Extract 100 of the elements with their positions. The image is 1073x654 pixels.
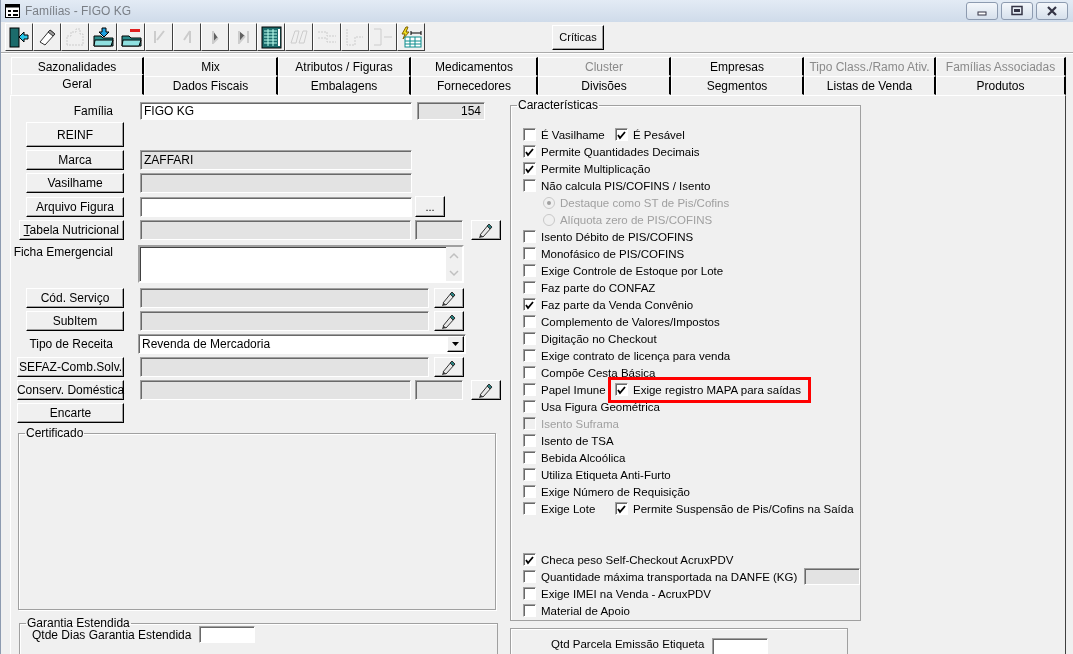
toolbar-button[interactable] [89,23,117,51]
form-button[interactable]: Conserv. Doméstica [17,380,124,400]
checkbox[interactable] [523,587,536,600]
checkbox[interactable] [523,315,536,328]
pencil-icon [442,314,456,329]
input-field[interactable] [804,568,861,585]
input-field[interactable]: 154 [417,101,485,120]
form-button[interactable]: Vasilhame [26,173,124,193]
checkbox[interactable] [523,553,536,566]
option-label: Utiliza Etiqueta Anti-Furto [541,468,671,481]
checkbox[interactable] [523,570,536,583]
option-label: Isento Débito de PIS/COFINS [541,230,694,243]
browse-button[interactable]: ... [415,196,445,217]
input-field[interactable] [140,288,429,308]
form-button[interactable]: Encarte [17,403,124,423]
dropdown-value: Revenda de Mercadoria [142,337,271,351]
tab[interactable]: Empresas [671,57,804,76]
tab[interactable]: Fornecedores [411,76,538,95]
edit-button[interactable] [434,288,464,308]
lightning-table-icon [400,26,422,48]
checkbox[interactable] [615,383,628,396]
tab[interactable]: Dados Fiscais [144,76,278,95]
toolbar-button[interactable] [257,23,285,51]
checkbox[interactable] [523,298,536,311]
maximize-button[interactable] [1001,2,1033,20]
checkbox[interactable] [523,604,536,617]
input-field[interactable] [140,357,429,377]
next-record-icon [211,30,219,44]
pencil-icon [442,291,456,306]
input-field[interactable] [140,311,429,331]
checkbox[interactable] [523,502,536,515]
tab[interactable]: Medicamentos [411,57,538,76]
input-field[interactable] [712,638,769,654]
window-title: Famílias - FIGO KG [25,4,132,18]
input-field[interactable] [415,220,463,240]
form-button[interactable]: REINF [26,122,124,147]
option-label: É Pesável [633,128,685,141]
checkbox[interactable] [523,179,536,192]
form-button[interactable]: Tabela Nutricional [18,220,124,240]
tab[interactable]: Segmentos [671,76,804,95]
close-icon [1045,5,1059,17]
text-area[interactable] [138,245,464,283]
form-button[interactable]: Cód. Serviço [26,288,124,308]
input-field[interactable] [140,220,411,240]
checkbox[interactable] [523,332,536,345]
checkbox[interactable] [523,128,536,141]
input-field[interactable] [140,380,411,400]
scroll-down-icon [449,268,459,277]
tab[interactable]: Divisões [538,76,671,95]
checkbox[interactable] [523,434,536,447]
edit-button[interactable] [471,380,501,400]
dropdown[interactable]: Revenda de Mercadoria [138,334,466,354]
option-label: Não calcula PIS/COFINS / Isento [541,179,711,192]
checkbox[interactable] [615,128,628,141]
field-label: Qtd Parcela Emissão Etiqueta [551,638,705,650]
checkbox[interactable] [615,502,628,515]
checkbox[interactable] [523,162,536,175]
form-button[interactable]: Arquivo Figura [26,196,124,217]
checkbox[interactable] [523,230,536,243]
tab[interactable]: Geral [11,74,144,95]
edit-button[interactable] [471,220,501,240]
criticas-button[interactable]: Críticas [552,24,604,50]
edit-button[interactable] [434,311,464,331]
checkbox[interactable] [523,247,536,260]
input-field[interactable] [199,626,256,643]
form-button[interactable]: SubItem [26,311,124,331]
toolbar-button[interactable] [5,23,33,51]
form-button[interactable]: SEFAZ-Comb.Solv. [17,357,124,377]
option-label: Exige Número de Requisição [541,485,690,498]
option-label: Exige IMEI na Venda - AcruxPDV [541,587,712,600]
checkbox[interactable] [523,366,536,379]
tab[interactable]: Mix [144,57,278,76]
tab[interactable]: Listas de Venda [804,76,936,95]
toolbar-button[interactable] [397,23,425,51]
tab[interactable]: Atributos / Figuras [278,57,411,76]
maximize-icon [1010,5,1024,17]
input-field[interactable] [140,196,412,217]
input-field[interactable] [415,380,463,400]
tab[interactable]: Produtos [936,76,1066,95]
toolbar-button[interactable] [33,23,61,51]
checkbox[interactable] [523,383,536,396]
checkbox[interactable] [523,281,536,294]
input-field[interactable] [140,173,412,193]
option-label: Quantidade máxima transportada na DANFE (KG) [541,570,798,583]
checkbox[interactable] [523,264,536,277]
toolbar-button[interactable] [117,23,145,51]
input-field[interactable]: FIGO KG [140,101,412,120]
previous-record-icon [183,30,191,44]
checkbox[interactable] [523,349,536,362]
edit-button[interactable] [434,357,464,377]
checkbox[interactable] [523,468,536,481]
checkbox[interactable] [523,485,536,498]
option-label: Exige registro MAPA para saídas [633,383,801,396]
input-field[interactable]: ZAFFARI [140,150,412,170]
checkbox[interactable] [523,451,536,464]
checkbox[interactable] [523,400,536,413]
tab[interactable]: Embalagens [278,76,411,95]
form-button[interactable]: Marca [26,150,124,170]
checkbox[interactable] [523,145,536,158]
close-button[interactable] [1036,2,1068,20]
